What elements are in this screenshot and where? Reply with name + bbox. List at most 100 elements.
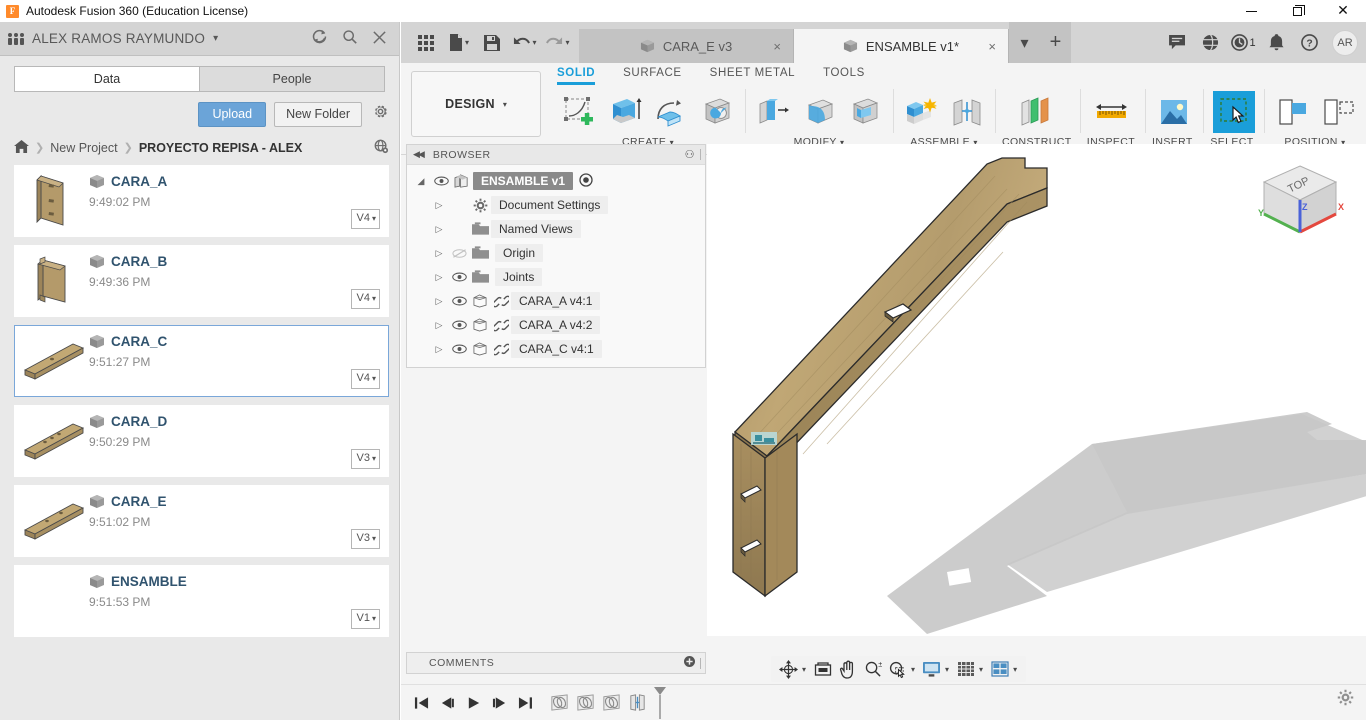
expand-arrow-icon[interactable]: ▷ [429, 320, 449, 331]
chevron-down-icon[interactable]: ▾ [1013, 665, 1017, 674]
collapse-left-icon[interactable]: ◀◀ [413, 149, 423, 160]
offset-plane-icon[interactable] [1016, 91, 1058, 133]
tree-node-document-settings[interactable]: ▷ Document Settings [407, 193, 705, 217]
comments-panel[interactable]: COMMENTS [406, 652, 706, 674]
add-comment-icon[interactable] [684, 656, 695, 670]
display-settings-icon[interactable] [920, 657, 943, 681]
close-panel-icon[interactable] [372, 30, 387, 48]
visibility-eye-icon[interactable] [449, 320, 469, 330]
timeline-marker-icon[interactable] [653, 687, 667, 719]
tab-people[interactable]: People [199, 66, 385, 92]
step-forward-icon[interactable] [487, 690, 511, 716]
breadcrumb-project[interactable]: New Project [50, 141, 117, 155]
data-item-ensamble[interactable]: ENSAMBLE 9:51:53 PM V1▾ [14, 565, 389, 637]
chevron-down-icon[interactable]: ▾ [465, 38, 469, 47]
tree-node-joints[interactable]: ▷ Joints [407, 265, 705, 289]
viewports-icon[interactable] [988, 657, 1011, 681]
move-copy-icon[interactable] [1317, 91, 1359, 133]
version-selector[interactable]: V4▾ [351, 289, 380, 308]
app-grid-button[interactable] [411, 29, 441, 57]
create-sketch-icon[interactable] [558, 91, 600, 133]
orbit-icon[interactable] [777, 657, 800, 681]
notifications-bell-icon[interactable] [1260, 22, 1293, 63]
tree-node-origin[interactable]: ▷ Origin [407, 241, 705, 265]
tab-list-dropdown[interactable]: ▾ [1009, 22, 1040, 63]
visibility-eye-icon[interactable] [431, 176, 451, 186]
account-name[interactable]: ALEX RAMOS RAYMUNDO [32, 31, 205, 46]
align-icon[interactable] [1271, 91, 1313, 133]
chevron-down-icon[interactable]: ▾ [802, 665, 806, 674]
comments-icon[interactable] [1161, 22, 1194, 63]
job-status-icon[interactable]: 1 [1227, 22, 1260, 63]
tab-sheet-metal[interactable]: SHEET METAL [710, 67, 795, 85]
hole-icon[interactable] [696, 91, 738, 133]
grid-snap-icon[interactable] [954, 657, 977, 681]
tree-node-cara-a-2[interactable]: ▷ CARA_A v4:2 [407, 313, 705, 337]
version-selector[interactable]: V4▾ [351, 369, 380, 388]
pan-icon[interactable] [836, 657, 859, 681]
chevron-down-icon[interactable]: ▾ [979, 665, 983, 674]
refresh-icon[interactable] [311, 28, 328, 49]
chevron-down-icon[interactable]: ▾ [945, 665, 949, 674]
help-icon[interactable]: ? [1293, 22, 1326, 63]
tab-surface[interactable]: SURFACE [623, 67, 682, 85]
data-item-cara-c[interactable]: CARA_C 9:51:27 PM V4▾ [14, 325, 389, 397]
select-window-icon[interactable] [1213, 91, 1255, 133]
workspace-switcher[interactable]: DESIGN ▾ [411, 71, 541, 137]
expand-arrow-icon[interactable]: ◢ [411, 176, 431, 187]
zoom-window-icon[interactable] [886, 657, 909, 681]
undo-button[interactable]: ▾ [510, 29, 540, 57]
minimize-panel-icon[interactable]: ⚇ [685, 148, 695, 161]
tab-data[interactable]: Data [14, 66, 199, 92]
3d-viewport[interactable]: TOP Y X Z [707, 144, 1366, 636]
version-selector[interactable]: V4▾ [351, 209, 380, 228]
new-document-button[interactable]: ▾ [444, 29, 474, 57]
maximize-button[interactable] [1274, 0, 1320, 22]
tab-tools[interactable]: TOOLS [823, 67, 865, 85]
avatar[interactable]: AR [1332, 30, 1358, 56]
tree-node-cara-c-1[interactable]: ▷ CARA_C v4:1 [407, 337, 705, 361]
data-item-cara-d[interactable]: CARA_D 9:50:29 PM V3▾ [14, 405, 389, 477]
press-pull-icon[interactable] [752, 91, 794, 133]
close-tab-icon[interactable]: × [988, 39, 996, 54]
home-icon[interactable] [14, 140, 29, 156]
minimize-button[interactable] [1228, 0, 1274, 22]
visibility-eye-icon[interactable] [449, 272, 469, 282]
visibility-eye-off-icon[interactable] [449, 248, 469, 259]
expand-arrow-icon[interactable]: ▷ [429, 296, 449, 307]
version-selector[interactable]: V3▾ [351, 529, 380, 548]
panel-resize-grip[interactable] [700, 149, 701, 160]
save-button[interactable] [477, 29, 507, 57]
joint-icon[interactable] [946, 91, 988, 133]
new-tab-button[interactable]: + [1040, 22, 1071, 63]
version-selector[interactable]: V3▾ [351, 449, 380, 468]
tab-solid[interactable]: SOLID [557, 67, 595, 85]
expand-arrow-icon[interactable]: ▷ [429, 272, 449, 283]
close-tab-icon[interactable]: × [773, 39, 781, 54]
chevron-down-icon[interactable]: ▾ [532, 38, 536, 47]
joint-feature-icon[interactable] [599, 691, 623, 715]
globe-icon[interactable] [1194, 22, 1227, 63]
redo-button[interactable]: ▾ [543, 29, 573, 57]
zoom-icon[interactable]: ± [861, 657, 884, 681]
gear-icon[interactable] [372, 103, 389, 125]
shell-icon[interactable] [844, 91, 886, 133]
activate-component-radio[interactable] [579, 173, 593, 190]
expand-arrow-icon[interactable]: ▷ [429, 200, 449, 211]
expand-arrow-icon[interactable]: ▷ [429, 224, 449, 235]
joint-feature-icon[interactable] [547, 691, 571, 715]
new-folder-button[interactable]: New Folder [274, 102, 362, 127]
panel-resize-grip[interactable] [700, 658, 701, 669]
visibility-eye-icon[interactable] [449, 296, 469, 306]
insert-image-icon[interactable] [1153, 91, 1195, 133]
search-icon[interactable] [342, 29, 358, 49]
measure-icon[interactable] [1091, 91, 1133, 133]
new-component-icon[interactable] [900, 91, 942, 133]
play-icon[interactable] [461, 690, 485, 716]
close-button[interactable]: ✕ [1320, 0, 1366, 22]
data-item-cara-e[interactable]: CARA_E 9:51:02 PM V3▾ [14, 485, 389, 557]
tree-node-ensamble[interactable]: ◢ ENSAMBLE v1 [407, 169, 705, 193]
view-cube[interactable]: TOP Y X Z [1252, 158, 1348, 250]
chevron-down-icon[interactable]: ▾ [911, 665, 915, 674]
tree-node-named-views[interactable]: ▷ Named Views [407, 217, 705, 241]
